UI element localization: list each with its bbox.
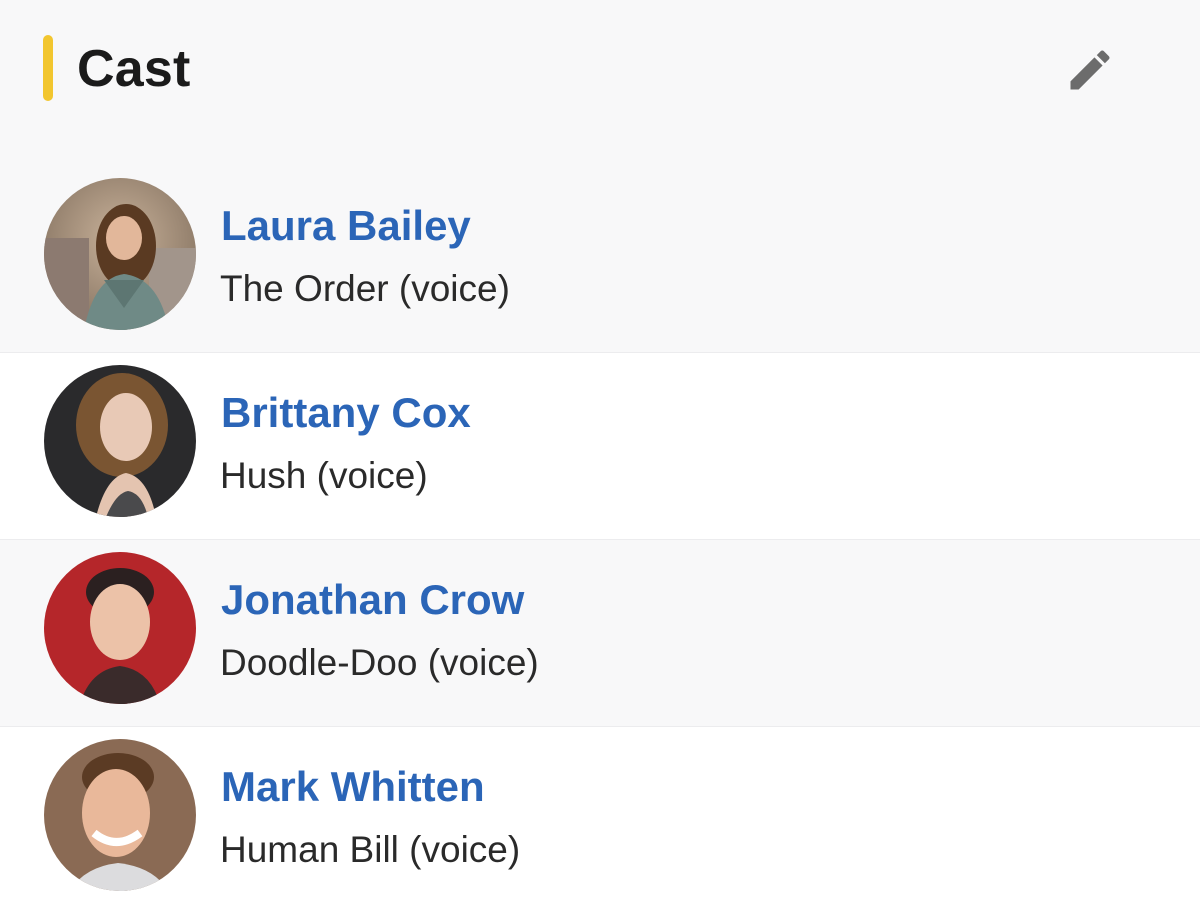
- actor-name-link[interactable]: Laura Bailey: [221, 198, 471, 254]
- actor-name-link[interactable]: Mark Whitten: [221, 759, 485, 815]
- edit-button[interactable]: [1058, 40, 1122, 100]
- character-name: Human Bill (voice): [220, 829, 521, 870]
- actor-avatar[interactable]: [44, 739, 196, 891]
- actor-avatar[interactable]: [44, 178, 196, 330]
- actor-name-link[interactable]: Brittany Cox: [221, 385, 471, 441]
- cast-section: Cast Laura Bailey The Order (voice) Brit…: [0, 0, 1200, 909]
- cast-list: Laura Bailey The Order (voice) Brittany …: [0, 166, 1200, 909]
- actor-avatar[interactable]: [44, 552, 196, 704]
- section-header: Cast: [0, 0, 1200, 166]
- cast-row[interactable]: Mark Whitten Human Bill (voice): [0, 726, 1200, 909]
- section-title: Cast: [77, 40, 191, 98]
- character-name: Doodle-Doo (voice): [220, 642, 539, 683]
- cast-row[interactable]: Jonathan Crow Doodle-Doo (voice): [0, 539, 1200, 726]
- cast-row[interactable]: Brittany Cox Hush (voice): [0, 352, 1200, 539]
- actor-name-link[interactable]: Jonathan Crow: [221, 572, 524, 628]
- actor-avatar[interactable]: [44, 365, 196, 517]
- character-name: Hush (voice): [220, 455, 428, 496]
- character-name: The Order (voice): [220, 268, 510, 309]
- pencil-icon: [1070, 50, 1110, 90]
- section-accent-bar: [43, 35, 53, 101]
- cast-row[interactable]: Laura Bailey The Order (voice): [0, 166, 1200, 352]
